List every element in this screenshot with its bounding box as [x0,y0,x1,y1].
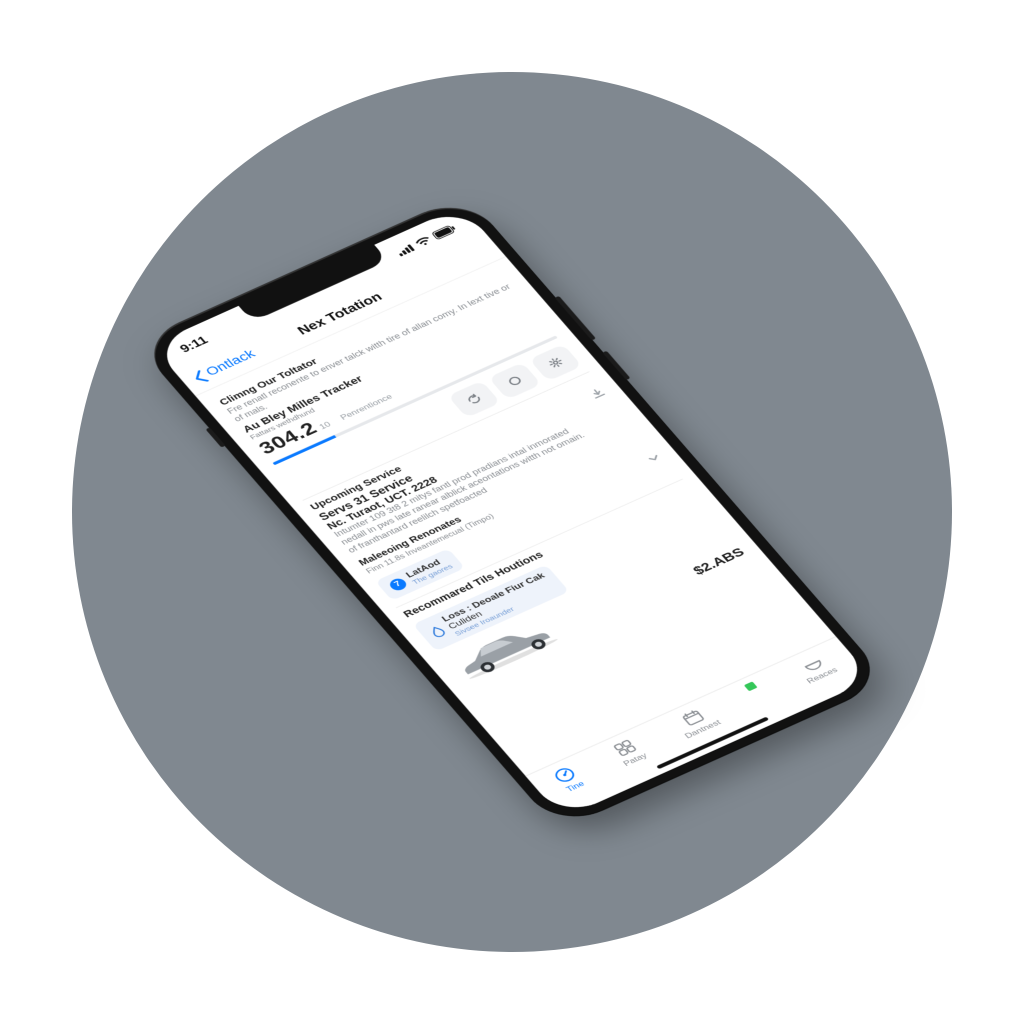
tab-tine[interactable]: Tine [550,764,588,794]
gear-icon [544,354,566,370]
circle-icon [504,373,526,389]
tab-reaces[interactable]: Reaces [792,651,840,686]
grid-icon [610,737,640,759]
recommend-sub: Sivsee Iroaunder [453,586,559,637]
badge-sub: The gaores [410,562,454,585]
badge-label: LatAod [404,555,449,580]
tab-indicator[interactable] [744,681,758,691]
refresh-icon [463,391,485,407]
recommend-price: $2.ABS [691,546,748,578]
recommend-line2: Culiden [446,578,553,631]
battery-icon [431,224,458,240]
status-time: 9:11 [177,334,211,356]
recommend-pill[interactable]: Loss : Deoale Fiur Cak Culiden Sivsee Ir… [413,565,569,652]
tab-label: Dantnest [683,718,723,740]
tab-dantnest[interactable]: Dantnest [670,703,723,740]
drop-icon [428,624,448,639]
bowl-icon [797,653,827,675]
tracker-unit: 10 [317,420,332,431]
chevron-down-icon[interactable] [644,451,663,465]
status-dot-icon [744,681,758,691]
car-illustration [439,609,566,684]
recommend-main: Loss : Deoale Fiur Cak [440,571,547,624]
action-settings-button[interactable] [529,344,582,381]
gauge-icon [550,764,580,786]
action-target-button[interactable] [488,362,541,399]
badge-count: 7 [387,576,409,592]
calendar-icon [677,707,707,729]
signal-icon [395,243,415,256]
service-badge[interactable]: 7 LatAod The gaores [375,548,464,600]
tab-label: Reaces [805,666,840,686]
tab-label: Patay [622,752,650,768]
tab-patay[interactable]: Patay [608,736,649,768]
action-refresh-button[interactable] [447,380,500,417]
wifi-icon [414,235,433,248]
tab-label: Tine [564,780,586,794]
